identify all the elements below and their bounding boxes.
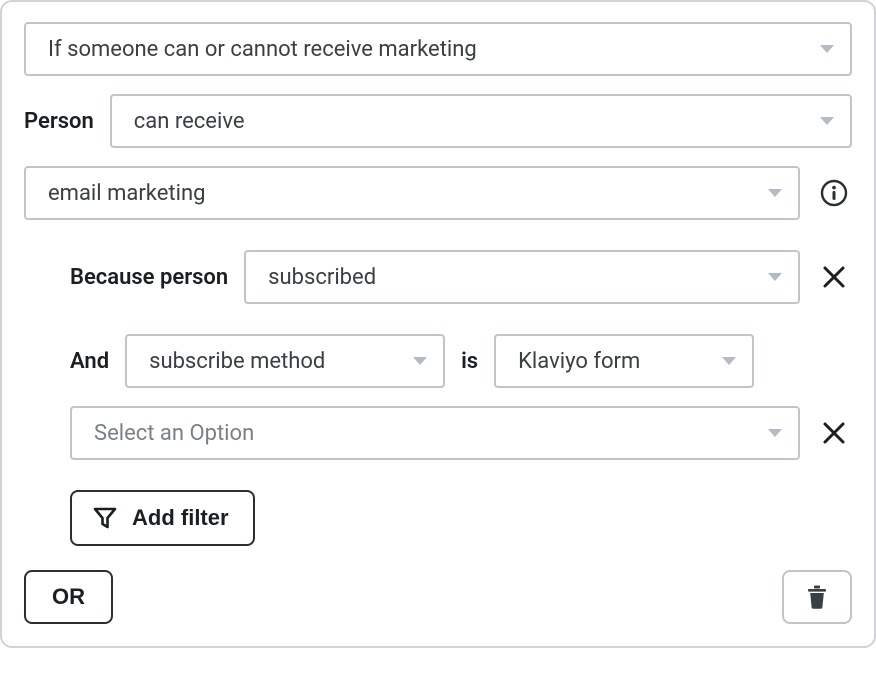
condition-type-label: If someone can or cannot receive marketi… — [48, 37, 477, 62]
person-label: Person — [24, 109, 94, 134]
info-icon — [820, 179, 848, 207]
option-select[interactable]: Select an Option — [70, 406, 800, 460]
remove-because-button[interactable] — [816, 259, 852, 295]
is-label: is — [461, 349, 478, 374]
can-receive-label: can receive — [134, 109, 245, 134]
and-value-label: Klaviyo form — [518, 349, 640, 374]
because-person-label: Because person — [70, 265, 228, 290]
chevron-down-icon — [722, 357, 736, 365]
add-filter-label: Add filter — [132, 505, 229, 531]
channel-label: email marketing — [48, 181, 205, 206]
chevron-down-icon — [413, 357, 427, 365]
filter-icon — [92, 505, 118, 531]
chevron-down-icon — [768, 189, 782, 197]
close-icon — [821, 264, 847, 290]
and-label: And — [70, 349, 109, 374]
remove-option-button[interactable] — [816, 415, 852, 451]
chevron-down-icon — [768, 273, 782, 281]
chevron-down-icon — [820, 117, 834, 125]
segment-condition-panel: If someone can or cannot receive marketi… — [0, 0, 876, 648]
option-placeholder: Select an Option — [94, 421, 254, 446]
condition-type-select[interactable]: If someone can or cannot receive marketi… — [24, 22, 852, 76]
because-person-select[interactable]: subscribed — [244, 250, 800, 304]
info-button[interactable] — [816, 175, 852, 211]
and-field-select[interactable]: subscribe method — [125, 334, 445, 388]
and-value-select[interactable]: Klaviyo form — [494, 334, 754, 388]
trash-icon — [805, 584, 829, 610]
and-field-label: subscribe method — [149, 349, 325, 374]
channel-select[interactable]: email marketing — [24, 166, 800, 220]
or-button[interactable]: OR — [24, 570, 113, 624]
or-label: OR — [52, 584, 85, 610]
because-person-value: subscribed — [268, 265, 376, 290]
delete-condition-button[interactable] — [782, 570, 852, 624]
chevron-down-icon — [768, 429, 782, 437]
chevron-down-icon — [820, 45, 834, 53]
close-icon — [821, 420, 847, 446]
can-receive-select[interactable]: can receive — [110, 94, 852, 148]
add-filter-button[interactable]: Add filter — [70, 490, 255, 546]
